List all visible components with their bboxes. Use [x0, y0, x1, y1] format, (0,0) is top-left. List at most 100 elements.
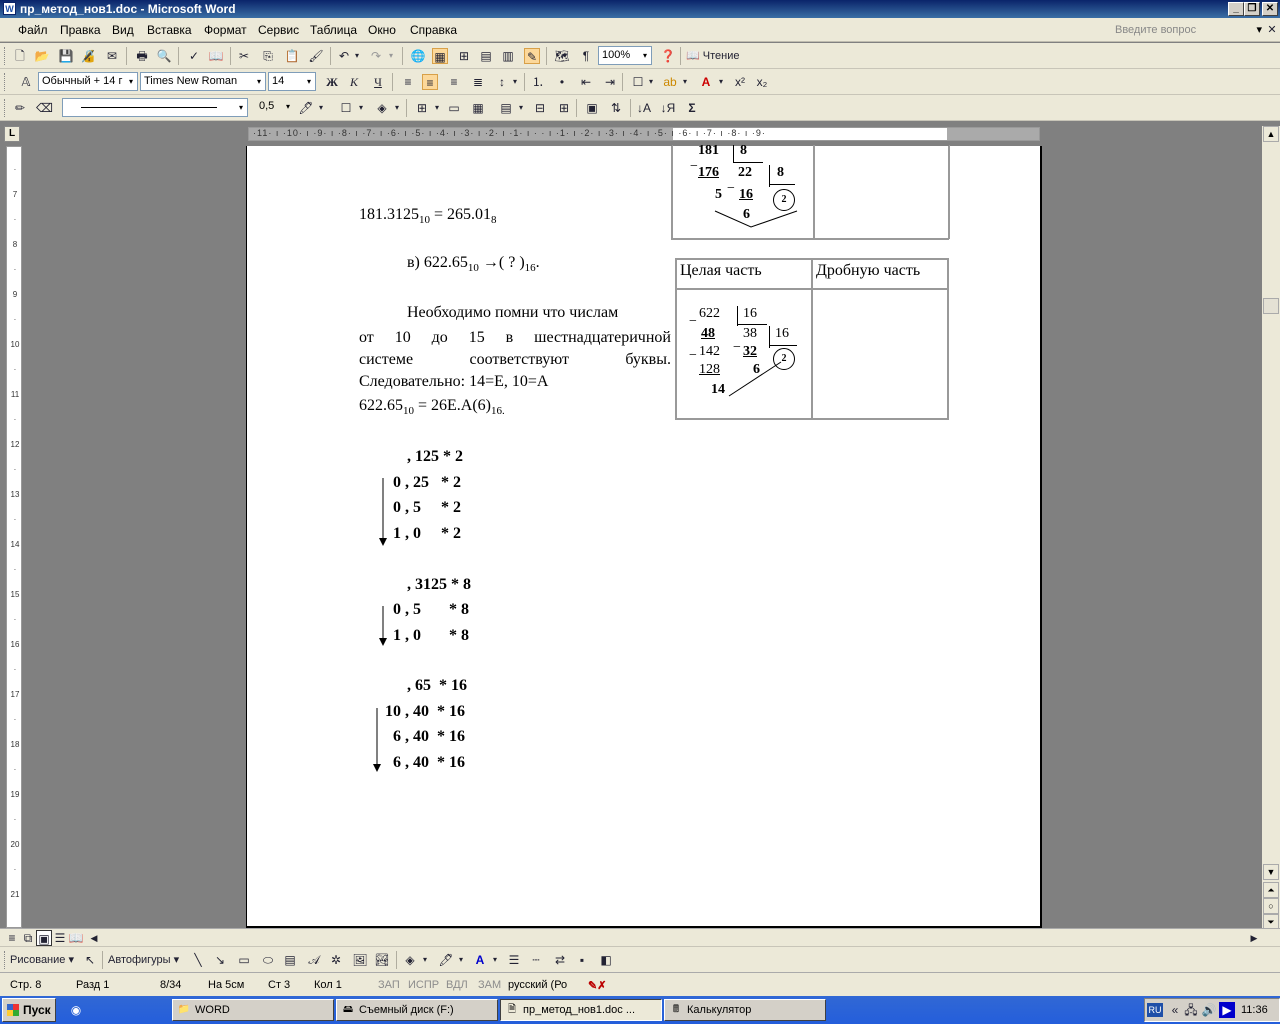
numbering-icon[interactable]: ⒈	[530, 74, 546, 90]
permission-icon[interactable]: 🔏	[80, 48, 96, 64]
status-ext[interactable]: ВДЛ	[446, 979, 468, 991]
border-color-icon[interactable]: 🖊	[298, 100, 314, 116]
new-document-icon[interactable]: 🗋	[12, 48, 28, 64]
wordart-icon[interactable]: 𝒜	[306, 952, 322, 968]
zoom-combo[interactable]: 100% ▾	[598, 46, 652, 65]
line-style-combo[interactable]: ▾	[62, 98, 248, 117]
chevron-down-icon[interactable]: ▾	[236, 99, 246, 116]
font-size-combo[interactable]: 14 ▾	[268, 72, 316, 91]
clipart-icon[interactable]: 🖼	[352, 952, 368, 968]
text-direction-icon[interactable]: ⇅	[608, 100, 624, 116]
network-icon[interactable]: 🖧	[1183, 1002, 1199, 1018]
rectangle-tool-icon[interactable]: ▭	[236, 952, 252, 968]
menu-file[interactable]: Файл	[18, 23, 48, 37]
chevron-down-icon[interactable]: ▾	[456, 952, 466, 968]
styles-icon[interactable]: 𝔸	[18, 74, 34, 90]
cut-icon[interactable]: ✂	[236, 48, 252, 64]
print-preview-icon[interactable]: 🔍	[156, 48, 172, 64]
sort-ascending-icon[interactable]: ↓A	[636, 100, 652, 116]
task-removable-disk[interactable]: 🖴 Съемный диск (F:)	[336, 999, 498, 1021]
print-icon[interactable]: 🖶	[134, 48, 150, 64]
tables-borders-icon[interactable]: ▦	[432, 48, 448, 64]
menu-format[interactable]: Формат	[204, 23, 247, 37]
scroll-thumb[interactable]	[1263, 298, 1279, 314]
line-weight-combo[interactable]: 0,5 ▾	[256, 98, 294, 117]
chevron-down-icon[interactable]: ▾	[352, 48, 362, 64]
outline-view-icon[interactable]: ☰	[52, 930, 68, 946]
style-combo[interactable]: Обычный + 14 г ▾	[38, 72, 138, 91]
distribute-rows-icon[interactable]: ⊟	[532, 100, 548, 116]
start-button[interactable]: Пуск	[2, 998, 56, 1022]
language-indicator[interactable]: RU	[1147, 1003, 1163, 1017]
shadow-style-icon[interactable]: ▪	[574, 952, 590, 968]
horizontal-scrollbar[interactable]: ≡ ⧉ ▣ ☰ 📖 ◀ ▶	[0, 928, 1280, 946]
undo-icon[interactable]: ↶	[336, 48, 352, 64]
print-layout-icon[interactable]: ▣	[36, 930, 52, 946]
vertical-scrollbar[interactable]: ▲ ▼ ⏶ ○ ⏷	[1262, 126, 1280, 930]
chevron-down-icon[interactable]: ▾	[304, 73, 314, 90]
spelling-icon[interactable]: ✓	[186, 48, 202, 64]
vertical-ruler[interactable]: · 7 · 8 · 9 · 10 · 11 · 12 · 13 · 14 · 15 · 16 · 17 · 18 · 19 · 20 ·…	[6, 146, 22, 928]
menu-help[interactable]: Справка	[410, 23, 457, 37]
table2-int-cell[interactable]: − 622 16 48 38 16 − 142 − 32 2 128 6 14	[676, 289, 812, 419]
font-color-icon[interactable]: A	[698, 74, 714, 90]
research-icon[interactable]: 📖	[208, 48, 224, 64]
diagram-icon[interactable]: ✲	[328, 952, 344, 968]
textbox-tool-icon[interactable]: ▤	[282, 952, 298, 968]
word-app-icon[interactable]: W	[3, 2, 16, 15]
menu-view[interactable]: Вид	[112, 23, 134, 37]
scroll-down-icon[interactable]: ▼	[1263, 864, 1279, 880]
arrow-style-icon[interactable]: ⇄	[552, 952, 568, 968]
line-spacing-icon[interactable]: ↕	[494, 74, 510, 90]
table1[interactable]: 181 − 8 176 22 8 − 5 16 2 6	[671, 143, 950, 240]
autoshapes-button[interactable]: Автофигуры ▾	[108, 952, 188, 968]
align-right-icon[interactable]: ≡	[446, 74, 462, 90]
chevron-down-icon[interactable]: ▾	[490, 952, 500, 968]
drawing-toggle-icon[interactable]: ✎	[524, 48, 540, 64]
distribute-columns-icon[interactable]: ⊞	[556, 100, 572, 116]
draw-table-icon[interactable]: ✏	[12, 100, 28, 116]
underline-icon[interactable]: Ч	[370, 74, 386, 90]
highlight-icon[interactable]: ab	[662, 74, 678, 90]
tab-stop-selector[interactable]: L	[4, 126, 20, 142]
align-left-icon[interactable]: ≡	[400, 74, 416, 90]
reading-layout-icon[interactable]: 📖	[68, 930, 84, 946]
table1-frac-cell[interactable]	[814, 145, 950, 239]
arrow-tool-icon[interactable]: ↘	[212, 952, 228, 968]
align-cell-icon[interactable]: ▤	[498, 100, 514, 116]
table2-frac-cell[interactable]	[812, 289, 948, 419]
scroll-left-icon[interactable]: ◀	[86, 930, 102, 946]
merge-cells-icon[interactable]: ▭	[446, 100, 462, 116]
chevron-down-icon[interactable]: ▾	[283, 98, 293, 115]
border-icon[interactable]: ☐	[630, 74, 646, 90]
spelling-status-icon[interactable]: ✎✗	[588, 979, 606, 992]
media-player-icon[interactable]: ◉	[68, 1002, 84, 1018]
save-icon[interactable]: 💾	[58, 48, 74, 64]
volume-icon[interactable]: 🔊	[1201, 1002, 1217, 1018]
help-icon[interactable]: ❓	[660, 48, 676, 64]
subscript-icon[interactable]: x₂	[754, 74, 770, 90]
bullets-icon[interactable]: •	[554, 74, 570, 90]
menu-window[interactable]: Окно	[368, 23, 396, 37]
bold-icon[interactable]: Ж	[324, 74, 340, 90]
chevron-down-icon[interactable]: ▾	[356, 100, 366, 116]
eraser-icon[interactable]: ⌫	[36, 100, 53, 116]
chevron-down-icon[interactable]: ▾	[516, 100, 526, 116]
table2-head-int[interactable]: Целая часть	[676, 259, 812, 289]
menu-insert[interactable]: Вставка	[147, 23, 192, 37]
chevron-down-icon[interactable]: ▾	[640, 47, 650, 64]
outside-border-icon[interactable]: ☐	[338, 100, 354, 116]
status-rec[interactable]: ЗАП	[378, 979, 400, 991]
chevron-down-icon[interactable]: ▾	[1256, 21, 1262, 39]
chevron-down-icon[interactable]: ▾	[386, 48, 396, 64]
task-word-folder[interactable]: 📁 WORD	[172, 999, 334, 1021]
select-browse-object-icon[interactable]: ○	[1263, 898, 1279, 914]
table2[interactable]: Целая часть Дробную часть − 622 16 48 38…	[675, 258, 949, 420]
chevron-down-icon[interactable]: ▾	[254, 73, 264, 90]
superscript-icon[interactable]: x²	[732, 74, 748, 90]
restore-button[interactable]: ❐	[1244, 2, 1260, 16]
dash-style-icon[interactable]: ┄	[528, 952, 544, 968]
ask-question-box[interactable]: Введите вопрос ▾	[1112, 21, 1262, 39]
clock[interactable]: 11:36	[1241, 1004, 1268, 1016]
insert-picture-icon[interactable]: 🏞	[374, 952, 390, 968]
